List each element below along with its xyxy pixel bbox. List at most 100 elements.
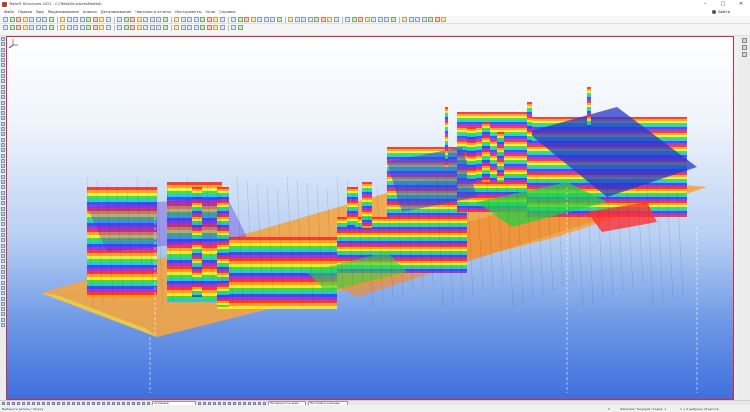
row2-tool-button[interactable]	[22, 25, 28, 30]
side-tool-button[interactable]	[1, 58, 5, 63]
side-tool-button[interactable]	[1, 307, 5, 312]
row1-tool-button[interactable]	[231, 17, 236, 22]
side-tool-button[interactable]	[1, 296, 5, 301]
row1-tool-button[interactable]	[130, 17, 135, 22]
row1-tool-button[interactable]	[351, 17, 357, 22]
side-tool-button[interactable]	[1, 121, 5, 126]
side-tool-button[interactable]	[1, 206, 5, 211]
row1-tool-button[interactable]	[66, 17, 72, 22]
row2-tool-button[interactable]	[136, 25, 142, 30]
side-tool-button[interactable]	[1, 259, 5, 264]
side-tool-button[interactable]	[1, 238, 5, 243]
menu-modeling[interactable]: Моделирование	[48, 10, 79, 14]
side-tool-button[interactable]	[1, 190, 5, 195]
side-tool-button[interactable]	[1, 227, 5, 232]
row1-tool-button[interactable]	[345, 17, 350, 22]
row2-tool-button[interactable]	[174, 25, 179, 30]
side-tool-button[interactable]	[1, 174, 5, 179]
row1-tool-button[interactable]	[42, 17, 47, 22]
side-tool-button[interactable]	[1, 232, 5, 237]
row1-tool-button[interactable]	[301, 17, 306, 22]
row1-tool-button[interactable]	[276, 17, 282, 22]
close-button[interactable]: ✕	[732, 0, 750, 8]
side-tool-button[interactable]	[1, 248, 5, 253]
side-tool-button[interactable]	[1, 169, 5, 174]
row1-tool-button[interactable]	[86, 17, 91, 22]
maximize-button[interactable]: □	[714, 0, 732, 8]
row1-tool-button[interactable]	[3, 17, 8, 22]
side-tool-button[interactable]	[1, 211, 5, 216]
row1-tool-button[interactable]	[314, 17, 319, 22]
row1-tool-button[interactable]	[92, 17, 98, 22]
row1-tool-button[interactable]	[377, 17, 383, 22]
side-tool-button[interactable]	[1, 84, 5, 89]
menu-edit[interactable]: Правка	[18, 10, 32, 14]
side-tool-button[interactable]	[1, 254, 5, 259]
row1-tool-button[interactable]	[294, 17, 300, 22]
side-tool-button[interactable]	[1, 47, 5, 52]
side-tool-button[interactable]	[1, 148, 5, 153]
side-tool-button[interactable]	[1, 280, 5, 285]
row1-tool-button[interactable]	[187, 17, 192, 22]
row1-tool-button[interactable]	[333, 17, 339, 22]
side-tool-button[interactable]	[1, 217, 5, 222]
menu-file[interactable]: Файл	[4, 10, 14, 14]
settings-icon[interactable]	[742, 52, 747, 57]
row2-tool-button[interactable]	[180, 25, 186, 30]
properties-icon[interactable]	[742, 38, 747, 43]
row1-tool-button[interactable]	[441, 17, 446, 22]
row1-tool-button[interactable]	[143, 17, 148, 22]
row2-tool-button[interactable]	[48, 25, 54, 30]
row1-tool-button[interactable]	[402, 17, 407, 22]
row1-tool-button[interactable]	[162, 17, 168, 22]
side-tool-button[interactable]	[1, 222, 5, 227]
side-tool-button[interactable]	[1, 301, 5, 306]
row1-tool-button[interactable]	[149, 17, 155, 22]
side-tool-button[interactable]	[1, 323, 5, 328]
side-tool-button[interactable]	[1, 79, 5, 84]
minimize-button[interactable]: –	[696, 0, 714, 8]
side-tool-button[interactable]	[1, 127, 5, 132]
row1-tool-button[interactable]	[180, 17, 186, 22]
row1-tool-button[interactable]	[22, 17, 28, 22]
row1-tool-button[interactable]	[415, 17, 420, 22]
side-tool-button[interactable]	[1, 275, 5, 280]
row2-tool-button[interactable]	[206, 25, 212, 30]
row2-tool-button[interactable]	[219, 25, 225, 30]
row2-tool-button[interactable]	[130, 25, 135, 30]
side-tool-button[interactable]	[1, 164, 5, 169]
side-tool-button[interactable]	[1, 63, 5, 68]
row1-tool-button[interactable]	[263, 17, 269, 22]
side-tool-button[interactable]	[1, 291, 5, 296]
side-tool-button[interactable]	[1, 285, 5, 290]
row2-tool-button[interactable]	[149, 25, 155, 30]
side-tool-button[interactable]	[1, 95, 5, 100]
row1-tool-button[interactable]	[105, 17, 111, 22]
row2-tool-button[interactable]	[143, 25, 148, 30]
row2-tool-button[interactable]	[187, 25, 192, 30]
side-tool-button[interactable]	[1, 100, 5, 105]
row1-tool-button[interactable]	[364, 17, 370, 22]
side-tool-button[interactable]	[1, 116, 5, 121]
row2-tool-button[interactable]	[237, 25, 243, 30]
menu-drawings[interactable]: Чертежи и отчеты	[135, 10, 171, 14]
row1-tool-button[interactable]	[174, 17, 179, 22]
row1-tool-button[interactable]	[213, 17, 218, 22]
row2-tool-button[interactable]	[29, 25, 34, 30]
row1-tool-button[interactable]	[257, 17, 262, 22]
menu-tools[interactable]: Инструменты	[175, 10, 201, 14]
row1-tool-button[interactable]	[60, 17, 65, 22]
side-tool-button[interactable]	[1, 52, 5, 57]
side-tool-button[interactable]	[1, 89, 5, 94]
row2-tool-button[interactable]	[73, 25, 78, 30]
row1-tool-button[interactable]	[9, 17, 15, 22]
side-tool-button[interactable]	[1, 153, 5, 158]
side-tool-button[interactable]	[1, 180, 5, 185]
row1-tool-button[interactable]	[29, 17, 34, 22]
row2-tool-button[interactable]	[86, 25, 91, 30]
row1-tool-button[interactable]	[123, 17, 129, 22]
user-login[interactable]: Войти	[712, 8, 730, 16]
row2-tool-button[interactable]	[3, 25, 8, 30]
row1-tool-button[interactable]	[358, 17, 363, 22]
row2-tool-button[interactable]	[123, 25, 129, 30]
